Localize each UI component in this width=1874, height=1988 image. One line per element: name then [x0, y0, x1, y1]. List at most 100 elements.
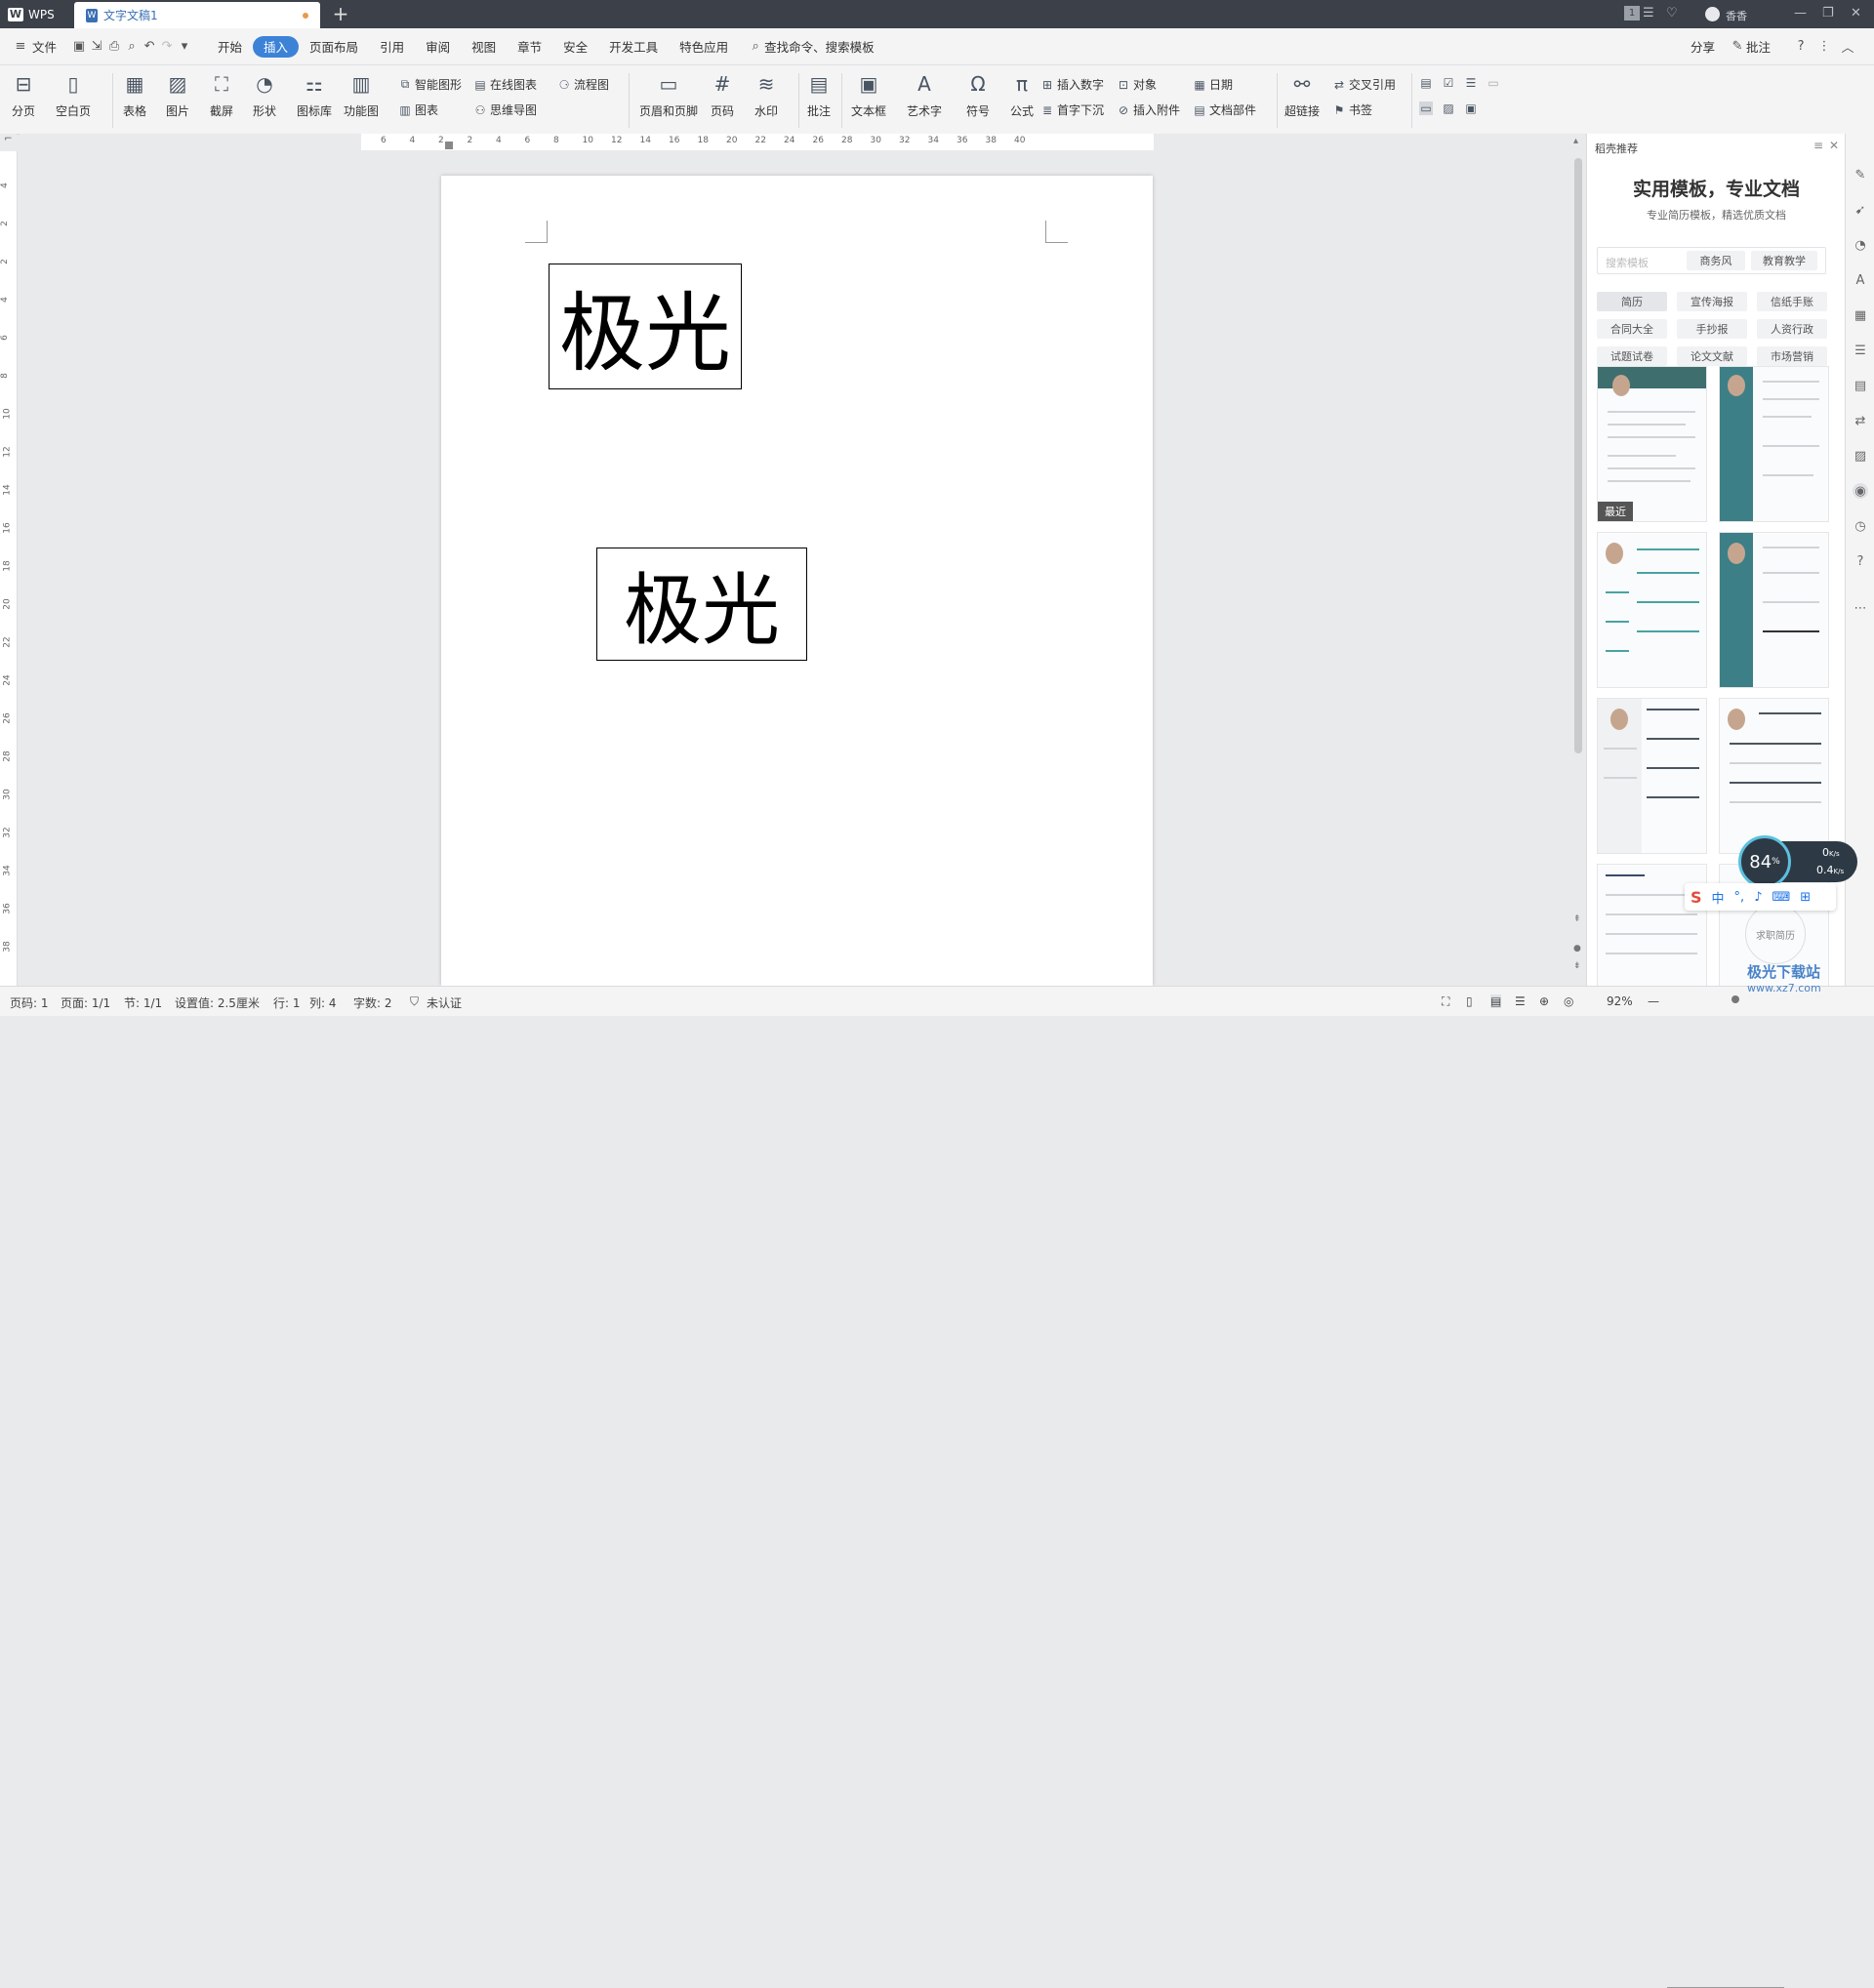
save-icon[interactable]: ▣ — [70, 38, 88, 56]
zoom-slider-handle[interactable] — [1731, 995, 1739, 1003]
zoom-out-icon[interactable]: — — [1648, 994, 1659, 1008]
tab-5[interactable]: 视图 — [461, 36, 507, 58]
table-button[interactable]: ▦ 表格 — [122, 71, 147, 119]
scroll-up-icon[interactable]: ▴ — [1573, 136, 1578, 146]
doc-parts-button[interactable]: ▤ 文档部件 — [1193, 101, 1256, 118]
edit-icon[interactable]: ✎ — [1853, 167, 1868, 183]
picture-button[interactable]: ▨ 图片 — [165, 71, 190, 119]
list-icon[interactable]: ☰ — [1464, 76, 1478, 90]
file-menu[interactable]: 文件 — [32, 37, 57, 56]
template-card-5[interactable] — [1597, 698, 1707, 854]
pane-menu-icon[interactable]: ≡ — [1813, 139, 1823, 152]
read-mode-icon[interactable]: ▯ — [1466, 994, 1473, 1008]
pane-close-icon[interactable]: ✕ — [1829, 139, 1839, 152]
toolbox-icon[interactable]: ⊞ — [1800, 890, 1811, 905]
punctuation-icon[interactable]: °, — [1734, 890, 1745, 905]
table-icon[interactable]: ▦ — [1853, 307, 1868, 323]
share-button[interactable]: 分享 — [1691, 37, 1715, 56]
icon-library-button[interactable]: ⚏ 图标库 — [297, 71, 332, 119]
keyboard-icon[interactable]: ⌨ — [1772, 890, 1790, 905]
undo-icon[interactable]: ↶ — [141, 38, 158, 56]
more-icon[interactable]: ⋮ — [1815, 38, 1833, 56]
page-break-button[interactable]: ⊟ 分页 — [11, 71, 36, 119]
status-section[interactable]: 节: 1/1 — [124, 994, 162, 1011]
tab-selector[interactable]: ⌐ — [0, 134, 17, 150]
horizontal-ruler[interactable]: 6 4 2 2 4 6 8 10 12 14 16 18 20 22 24 26 28 30 32 34 36 38 40 — [361, 134, 1154, 150]
close-icon[interactable]: ✕ — [1851, 6, 1861, 20]
picture-frame-icon[interactable]: ▨ — [1442, 101, 1455, 115]
page-view-icon[interactable]: ▤ — [1490, 994, 1502, 1008]
fullscreen-icon[interactable]: ⛶ — [1442, 994, 1449, 1009]
category-tag[interactable]: 市场营销 — [1757, 346, 1827, 366]
ime-toolbar[interactable]: S 中 °, ♪ ⌨ ⊞ — [1685, 883, 1836, 911]
tab-1[interactable]: 插入 — [253, 35, 300, 58]
hamburger-icon[interactable]: ≡ — [12, 38, 29, 56]
select-icon[interactable]: ➹ — [1853, 202, 1868, 218]
category-tag[interactable]: 简历 — [1597, 292, 1667, 311]
category-tag[interactable]: 手抄报 — [1677, 319, 1747, 339]
tab-4[interactable]: 审阅 — [415, 36, 461, 58]
ime-language[interactable]: 中 — [1712, 888, 1725, 907]
web-view-icon[interactable]: ⊕ — [1539, 994, 1549, 1008]
text-box-1[interactable]: 极光 — [549, 264, 742, 389]
layout-icon[interactable]: ▤ — [1419, 76, 1433, 90]
select-browse-icon[interactable]: ● — [1573, 944, 1581, 953]
memory-gauge[interactable]: 84% — [1738, 835, 1791, 888]
print-icon[interactable]: ⎙ — [105, 38, 123, 56]
flowchart-button[interactable]: ⚆ 流程图 — [557, 76, 609, 93]
tab-3[interactable]: 引用 — [369, 36, 415, 58]
attachment-button[interactable]: ⊘ 插入附件 — [1117, 101, 1180, 118]
template-search-box[interactable]: 搜索模板 商务风 教育教学 — [1597, 247, 1826, 274]
tab-2[interactable]: 页面布局 — [299, 36, 369, 58]
comment-menu[interactable]: 批注 — [1746, 37, 1771, 56]
vertical-ruler[interactable]: 4 2 2 4 6 8 10 12 14 16 18 20 22 24 26 28 30 32 34 36 38 — [0, 151, 18, 986]
category-tag[interactable]: 人资行政 — [1757, 319, 1827, 339]
history-icon[interactable]: ◷ — [1853, 518, 1868, 534]
pane-title[interactable]: 稻壳推荐 — [1595, 141, 1638, 156]
status-col[interactable]: 列: 4 — [309, 994, 337, 1011]
insert-comment-button[interactable]: ▤ 批注 — [806, 71, 832, 119]
category-tag[interactable]: 论文文献 — [1677, 346, 1747, 366]
print-preview-icon[interactable]: ⌕ — [123, 38, 141, 56]
header-footer-button[interactable]: ▭ 页眉和页脚 — [639, 71, 698, 119]
properties-icon[interactable]: ☰ — [1853, 343, 1868, 358]
status-page[interactable]: 页面: 1/1 — [61, 994, 110, 1011]
document-page[interactable]: 极光 极光 — [441, 176, 1153, 986]
indent-marker-icon[interactable] — [445, 142, 453, 149]
screenshot-button[interactable]: ⛶ 截屏 — [209, 71, 234, 119]
help-icon[interactable]: ? — [1792, 38, 1810, 56]
hyperlink-button[interactable]: ⚯ 超链接 — [1284, 71, 1320, 119]
help-icon[interactable]: ? — [1853, 553, 1868, 569]
page-number-button[interactable]: # 页码 — [710, 71, 735, 119]
style-icon[interactable]: A — [1853, 272, 1868, 288]
category-tag[interactable]: 试题试卷 — [1597, 346, 1667, 366]
output-pdf-icon[interactable]: ⇲ — [88, 38, 105, 56]
status-setting[interactable]: 设置值: 2.5厘米 — [175, 994, 260, 1011]
shapes-icon[interactable]: ◔ — [1853, 237, 1868, 253]
command-search[interactable]: 查找命令、搜索模板 — [764, 37, 875, 56]
user-avatar[interactable] — [1705, 7, 1720, 21]
wps-home-tab[interactable]: W WPS — [0, 0, 72, 28]
status-page-code[interactable]: 页码: 1 — [10, 994, 49, 1011]
more-icon[interactable]: ⋯ — [1853, 600, 1868, 616]
textbox-button[interactable]: ▣ 文本框 — [851, 71, 886, 119]
mindmap-button[interactable]: ⚇ 思维导图 — [473, 101, 537, 118]
status-row[interactable]: 行: 1 — [273, 994, 301, 1011]
quick-tag-education[interactable]: 教育教学 — [1751, 251, 1817, 270]
user-name[interactable]: 香香 — [1726, 8, 1747, 23]
zoom-level[interactable]: 92% — [1607, 994, 1633, 1008]
function-chart-button[interactable]: ▥ 功能图 — [344, 71, 379, 119]
template-card-3[interactable] — [1597, 532, 1707, 688]
text-box-2[interactable]: 极光 — [596, 548, 807, 661]
window-list-icon[interactable]: ☰ — [1643, 6, 1654, 20]
status-auth[interactable]: 未认证 — [427, 994, 462, 1011]
cross-reference-button[interactable]: ⇄ 交叉引用 — [1332, 76, 1396, 93]
frame-icon[interactable]: ▭ — [1487, 76, 1500, 90]
shape-button[interactable]: ◔ 形状 — [252, 71, 277, 119]
eye-protection-icon[interactable]: ◎ — [1564, 994, 1573, 1008]
document-icon[interactable]: ▤ — [1853, 378, 1868, 393]
template-icon[interactable]: ◉ — [1853, 483, 1868, 499]
insert-number-button[interactable]: ⊞ 插入数字 — [1040, 76, 1104, 93]
watermark-button[interactable]: ≋ 水印 — [754, 71, 779, 119]
tab-7[interactable]: 安全 — [552, 36, 598, 58]
